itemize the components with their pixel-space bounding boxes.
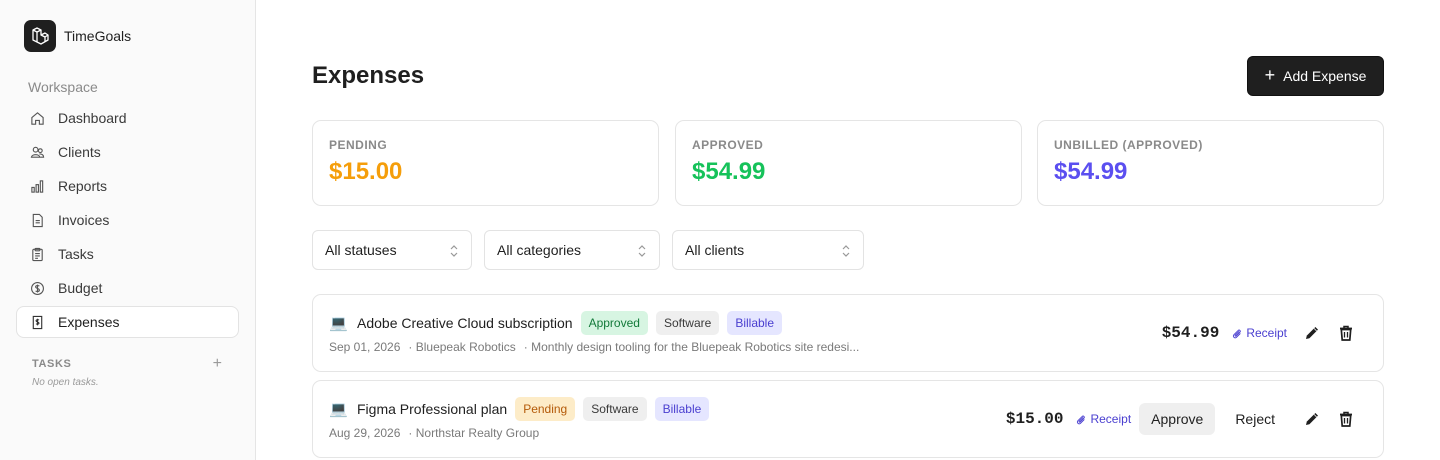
paperclip-icon (1233, 329, 1242, 339)
trash-icon (1340, 325, 1352, 341)
expense-client: · Northstar Realty Group (408, 426, 540, 440)
expense-amount: $54.99 (1161, 324, 1220, 342)
stat-label: APPROVED (692, 138, 764, 152)
expense-title: Adobe Creative Cloud subscription (357, 315, 573, 331)
expense-actions: $15.00 Receipt Approve Reject (1006, 401, 1363, 437)
category-badge: Software (655, 311, 720, 335)
sidebar-item-label: Reports (58, 178, 108, 194)
sidebar-item-label: Tasks (58, 246, 94, 262)
category-filter-select[interactable]: All categories (484, 230, 660, 270)
clipboard-icon (29, 246, 45, 262)
sidebar-nav: Dashboard Clients Reports Invoices Tasks (16, 102, 239, 340)
expense-row[interactable]: 💻 Figma Professional plan Pending Softwa… (312, 380, 1384, 458)
sidebar-item-tasks[interactable]: Tasks (16, 238, 239, 270)
page-title: Expenses (312, 62, 425, 89)
sidebar-item-label: Budget (58, 280, 103, 296)
expense-title: Figma Professional plan (357, 401, 508, 417)
stat-card-approved: APPROVED $54.99 (675, 120, 1022, 206)
add-expense-label: Add Expense (1283, 68, 1367, 84)
expense-meta: Aug 29, 2026 · Northstar Realty Group (329, 426, 539, 440)
stat-value: $15.00 (329, 158, 403, 185)
bar-chart-icon (29, 178, 45, 194)
status-filter-value: All statuses (325, 242, 397, 258)
category-filter-value: All categories (497, 242, 582, 258)
expense-row[interactable]: 💻 Adobe Creative Cloud subscription Appr… (312, 294, 1384, 372)
paperclip-icon (1077, 415, 1086, 425)
status-filter-select[interactable]: All statuses (312, 230, 472, 270)
expense-header: 💻 Figma Professional plan Pending Softwa… (329, 397, 710, 421)
expense-client: · Bluepeak Robotics (408, 340, 516, 354)
chevron-updown-icon (450, 245, 458, 257)
chevron-updown-icon (638, 245, 646, 257)
receipt-link[interactable]: Receipt (1075, 412, 1131, 426)
expense-header: 💻 Adobe Creative Cloud subscription Appr… (329, 311, 783, 335)
plus-icon: + (1264, 65, 1276, 85)
reject-button[interactable]: Reject (1215, 403, 1295, 435)
sidebar-item-label: Dashboard (58, 110, 127, 126)
stat-card-pending: PENDING $15.00 (312, 120, 659, 206)
delete-button[interactable] (1329, 403, 1363, 435)
users-icon (29, 144, 45, 160)
add-task-button[interactable]: + (213, 356, 222, 372)
status-badge: Pending (515, 397, 576, 421)
sidebar-item-expenses[interactable]: Expenses (16, 306, 239, 338)
billable-badge: Billable (727, 311, 783, 335)
laptop-icon: 💻 (329, 401, 348, 418)
app-logo-icon (24, 20, 56, 52)
sidebar-item-label: Clients (58, 144, 101, 160)
brand[interactable]: TimeGoals (24, 20, 131, 52)
category-badge: Software (583, 397, 647, 421)
edit-button[interactable] (1295, 403, 1329, 435)
client-filter-select[interactable]: All clients (672, 230, 864, 270)
expense-meta: Sep 01, 2026 · Bluepeak Robotics · Month… (329, 340, 859, 354)
status-badge: Approved (580, 311, 648, 335)
stat-value: $54.99 (692, 158, 766, 185)
sidebar-item-invoices[interactable]: Invoices (16, 204, 239, 236)
sidebar-item-label: Expenses (58, 314, 120, 330)
document-icon (29, 212, 45, 228)
tasks-empty-message: No open tasks. (32, 377, 99, 388)
sidebar-item-clients[interactable]: Clients (16, 136, 239, 168)
delete-button[interactable] (1329, 317, 1363, 349)
trash-icon (1340, 411, 1352, 427)
sidebar-item-label: Invoices (58, 212, 110, 228)
billable-badge: Billable (654, 397, 710, 421)
receipt-label: Receipt (1246, 326, 1287, 340)
receipt-icon (29, 314, 45, 330)
expense-note: · Monthly design tooling for the Bluepea… (523, 340, 860, 354)
tasks-section-title: TASKS (32, 358, 72, 370)
app-name: TimeGoals (64, 28, 132, 44)
add-expense-button[interactable]: + Add Expense (1247, 56, 1384, 96)
approve-button[interactable]: Approve (1139, 403, 1216, 435)
sidebar-item-dashboard[interactable]: Dashboard (16, 102, 239, 134)
pencil-icon (1306, 327, 1318, 339)
home-icon (29, 110, 45, 126)
stat-label: UNBILLED (APPROVED) (1054, 138, 1203, 152)
receipt-label: Receipt (1090, 412, 1132, 426)
pencil-icon (1306, 413, 1318, 425)
expense-date: Aug 29, 2026 (329, 426, 401, 440)
receipt-link[interactable]: Receipt (1231, 326, 1287, 340)
sidebar-item-reports[interactable]: Reports (16, 170, 239, 202)
expense-amount: $15.00 (1005, 410, 1064, 428)
laptop-icon: 💻 (329, 315, 348, 332)
chevron-updown-icon (842, 245, 850, 257)
edit-button[interactable] (1295, 317, 1329, 349)
dollar-circle-icon (29, 280, 45, 296)
workspace-label: Workspace (28, 79, 98, 95)
tasks-section-header: TASKS + (32, 356, 222, 372)
stat-card-unbilled: UNBILLED (APPROVED) $54.99 (1037, 120, 1384, 206)
expense-date: Sep 01, 2026 (329, 340, 401, 354)
stat-label: PENDING (329, 138, 388, 152)
sidebar: TimeGoals Workspace Dashboard Clients Re… (0, 0, 256, 460)
expense-actions: $54.99 Receipt (1162, 315, 1363, 351)
client-filter-value: All clients (685, 242, 745, 258)
sidebar-item-budget[interactable]: Budget (16, 272, 239, 304)
stat-value: $54.99 (1054, 158, 1128, 185)
